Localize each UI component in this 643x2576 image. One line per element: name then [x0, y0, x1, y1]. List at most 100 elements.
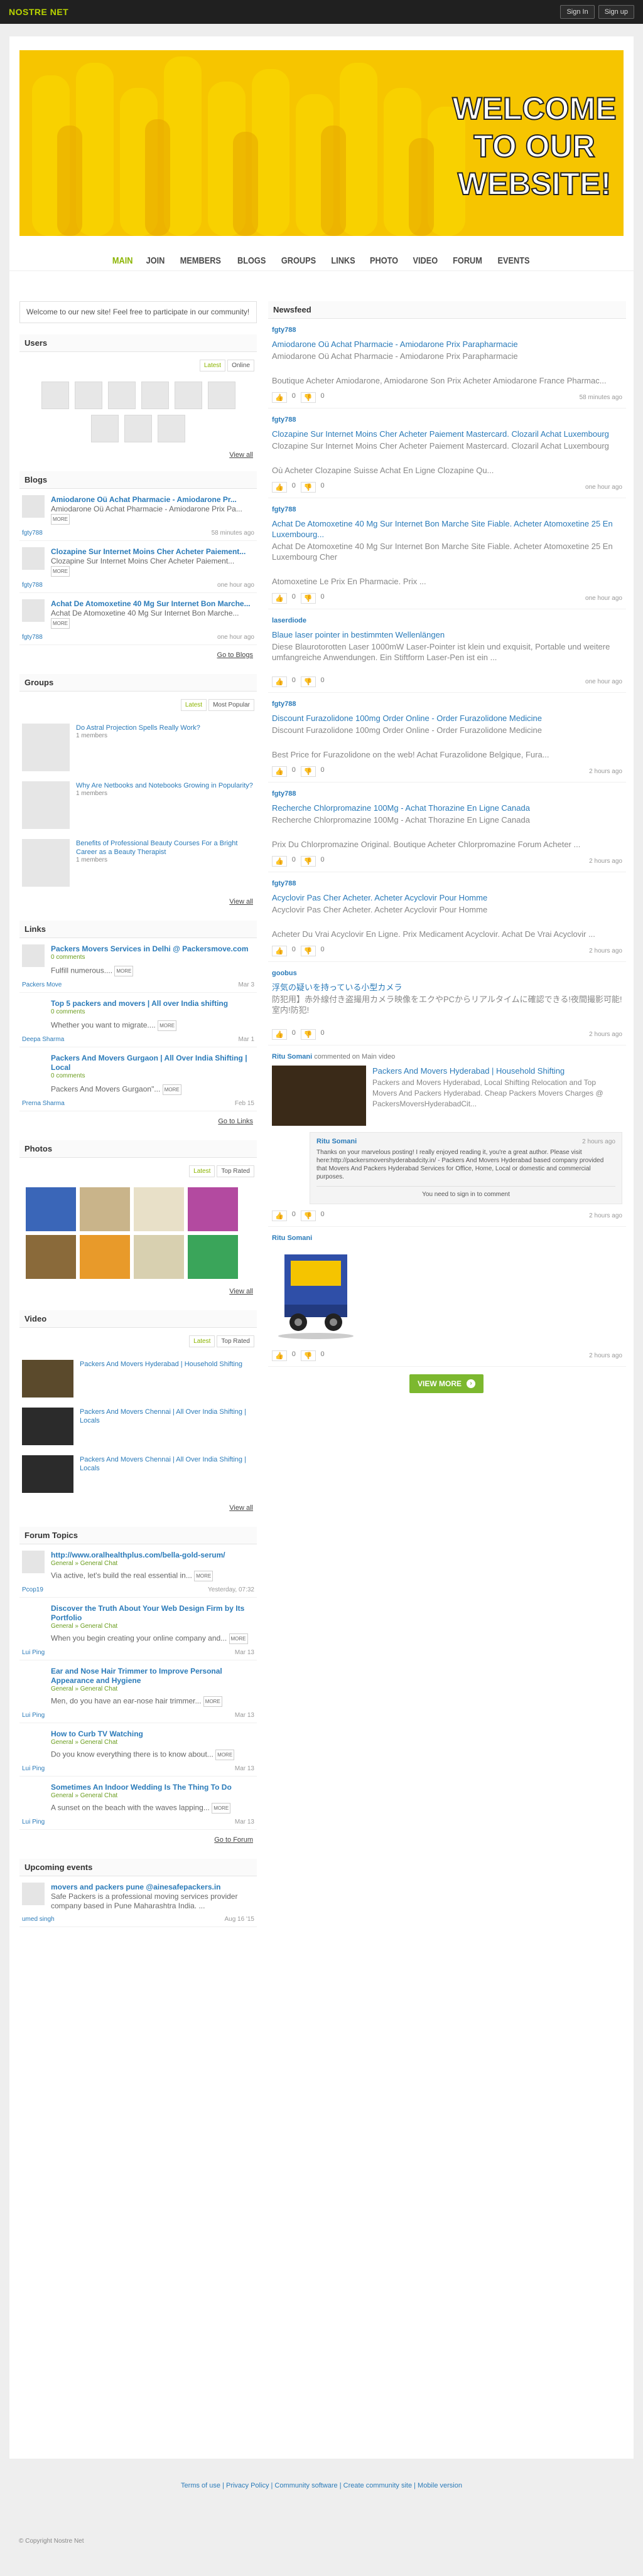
blog-author[interactable]: fgty788	[22, 634, 43, 641]
link-title[interactable]: Packers And Movers Gurgaon | All Over In…	[51, 1054, 254, 1072]
blog-title[interactable]: Achat De Atomoxetine 40 Mg Sur Internet …	[51, 599, 254, 609]
users-tab-latest[interactable]: Latest	[199, 360, 226, 371]
photo-thumb[interactable]	[188, 1187, 238, 1231]
goto-blogs[interactable]: Go to Blogs	[19, 645, 257, 665]
blog-author[interactable]: fgty788	[22, 530, 43, 537]
like-icon[interactable]: 👍	[272, 856, 287, 867]
photos-view-all[interactable]: View all	[19, 1281, 257, 1301]
forum-category[interactable]: General » General Chat	[51, 1686, 254, 1692]
avatar[interactable]	[91, 415, 119, 442]
video-tab-top[interactable]: Top Rated	[217, 1335, 254, 1347]
like-icon[interactable]: 👍	[272, 392, 287, 403]
video-item-title[interactable]: Packers And Movers Chennai | All Over In…	[80, 1408, 254, 1445]
post-title[interactable]: Discount Furazolidone 100mg Order Online…	[272, 713, 622, 724]
nav-links[interactable]: LINKS	[332, 251, 355, 271]
forum-author[interactable]: Pcop19	[22, 1586, 43, 1593]
link-title[interactable]: Packers Movers Services in Delhi @ Packe…	[51, 944, 249, 954]
dislike-icon[interactable]: 👎	[300, 1350, 316, 1361]
photo-thumb[interactable]	[80, 1235, 130, 1279]
like-icon[interactable]: 👍	[272, 1350, 287, 1361]
dislike-icon[interactable]: 👎	[300, 482, 316, 493]
forum-author[interactable]: Lui Ping	[22, 1765, 45, 1772]
like-icon[interactable]: 👍	[272, 482, 287, 493]
more-button[interactable]: MORE	[51, 566, 70, 577]
post-author[interactable]: fgty788	[272, 700, 622, 708]
group-thumb[interactable]	[22, 724, 70, 771]
blog-author[interactable]: fgty788	[22, 582, 43, 589]
post-author[interactable]: laserdiode	[272, 617, 622, 624]
nav-blogs[interactable]: BLOGS	[237, 251, 266, 271]
groups-tab-popular[interactable]: Most Popular	[208, 699, 254, 711]
group-title[interactable]: Do Astral Projection Spells Really Work?	[76, 724, 200, 732]
link-author[interactable]: Packers Move	[22, 981, 62, 988]
video-item-title[interactable]: Packers And Movers Chennai | All Over In…	[80, 1455, 254, 1493]
nav-video[interactable]: VIDEO	[413, 251, 438, 271]
nav-events[interactable]: EVENTS	[498, 251, 530, 271]
nav-groups[interactable]: GROUPS	[281, 251, 316, 271]
more-button[interactable]: MORE	[215, 1750, 235, 1760]
group-title[interactable]: Benefits of Professional Beauty Courses …	[76, 839, 254, 857]
more-button[interactable]: MORE	[212, 1803, 231, 1814]
more-button[interactable]: MORE	[162, 1084, 181, 1095]
dislike-icon[interactable]: 👎	[300, 676, 316, 687]
link-comments[interactable]: 0 comments	[51, 1008, 228, 1015]
dislike-icon[interactable]: 👎	[300, 1029, 316, 1040]
post-author[interactable]: fgty788	[272, 880, 622, 887]
post-title[interactable]: Acyclovir Pas Cher Acheter. Acheter Acyc…	[272, 892, 622, 903]
dislike-icon[interactable]: 👎	[300, 766, 316, 777]
more-button[interactable]: MORE	[114, 966, 134, 976]
forum-topic-title[interactable]: Ear and Nose Hair Trimmer to Improve Per…	[51, 1667, 254, 1686]
dislike-icon[interactable]: 👎	[300, 593, 316, 604]
post-author[interactable]: Ritu Somani	[272, 1234, 622, 1242]
forum-topic-title[interactable]: http://www.oralhealthplus.com/bella-gold…	[51, 1551, 225, 1560]
footer-links[interactable]: Terms of use | Privacy Policy | Communit…	[0, 2482, 643, 2489]
photos-tab-top[interactable]: Top Rated	[217, 1165, 254, 1177]
more-button[interactable]: MORE	[203, 1696, 222, 1707]
forum-author[interactable]: Lui Ping	[22, 1649, 45, 1656]
avatar[interactable]	[141, 382, 169, 409]
avatar[interactable]	[174, 382, 202, 409]
comment-author[interactable]: Ritu Somani	[316, 1138, 357, 1146]
link-comments[interactable]: 0 comments	[51, 954, 249, 961]
video-view-all[interactable]: View all	[19, 1498, 257, 1518]
goto-links[interactable]: Go to Links	[19, 1111, 257, 1131]
group-thumb[interactable]	[22, 839, 70, 887]
post-title[interactable]: 浮気の疑いを持っている小型カメラ	[272, 982, 622, 993]
photo-thumb[interactable]	[26, 1187, 76, 1231]
like-icon[interactable]: 👍	[272, 946, 287, 956]
more-button[interactable]: MORE	[51, 514, 70, 525]
nav-join[interactable]: JOIN	[146, 251, 165, 271]
video-thumb[interactable]	[22, 1408, 73, 1445]
post-author[interactable]: fgty788	[272, 326, 622, 334]
dislike-icon[interactable]: 👎	[300, 392, 316, 403]
dislike-icon[interactable]: 👎	[300, 1211, 316, 1221]
post-title[interactable]: Packers And Movers Hyderabad | Household…	[372, 1066, 622, 1076]
avatar[interactable]	[158, 415, 185, 442]
nav-forum[interactable]: FORUM	[453, 251, 482, 271]
post-title[interactable]: Achat De Atomoxetine 40 Mg Sur Internet …	[272, 518, 622, 540]
link-title[interactable]: Top 5 packers and movers | All over Indi…	[51, 999, 228, 1008]
nav-photo[interactable]: PHOTO	[370, 251, 398, 271]
photo-thumb[interactable]	[80, 1187, 130, 1231]
forum-author[interactable]: Lui Ping	[22, 1819, 45, 1825]
forum-category[interactable]: General » General Chat	[51, 1560, 225, 1567]
like-icon[interactable]: 👍	[272, 676, 287, 687]
link-author[interactable]: Deepa Sharma	[22, 1036, 64, 1043]
post-author[interactable]: Ritu Somani	[272, 1053, 312, 1061]
more-button[interactable]: MORE	[229, 1633, 248, 1644]
photos-tab-latest[interactable]: Latest	[189, 1165, 215, 1177]
like-icon[interactable]: 👍	[272, 1211, 287, 1221]
sign-in-button[interactable]: Sign In	[560, 5, 595, 19]
avatar[interactable]	[107, 382, 136, 409]
photo-thumb[interactable]	[188, 1235, 238, 1279]
post-author[interactable]: fgty788	[272, 506, 622, 513]
view-more-button[interactable]: VIEW MORE ›	[409, 1374, 484, 1393]
post-title[interactable]: Clozapine Sur Internet Moins Cher Achete…	[272, 429, 622, 439]
like-icon[interactable]: 👍	[272, 593, 287, 604]
avatar[interactable]	[207, 382, 235, 409]
post-author[interactable]: fgty788	[272, 790, 622, 798]
video-item-title[interactable]: Packers And Movers Hyderabad | Household…	[80, 1360, 242, 1398]
sign-up-button[interactable]: Sign up	[598, 5, 634, 19]
photo-thumb[interactable]	[134, 1187, 184, 1231]
post-title[interactable]: Amiodarone Oü Achat Pharmacie - Amiodaro…	[272, 339, 622, 350]
